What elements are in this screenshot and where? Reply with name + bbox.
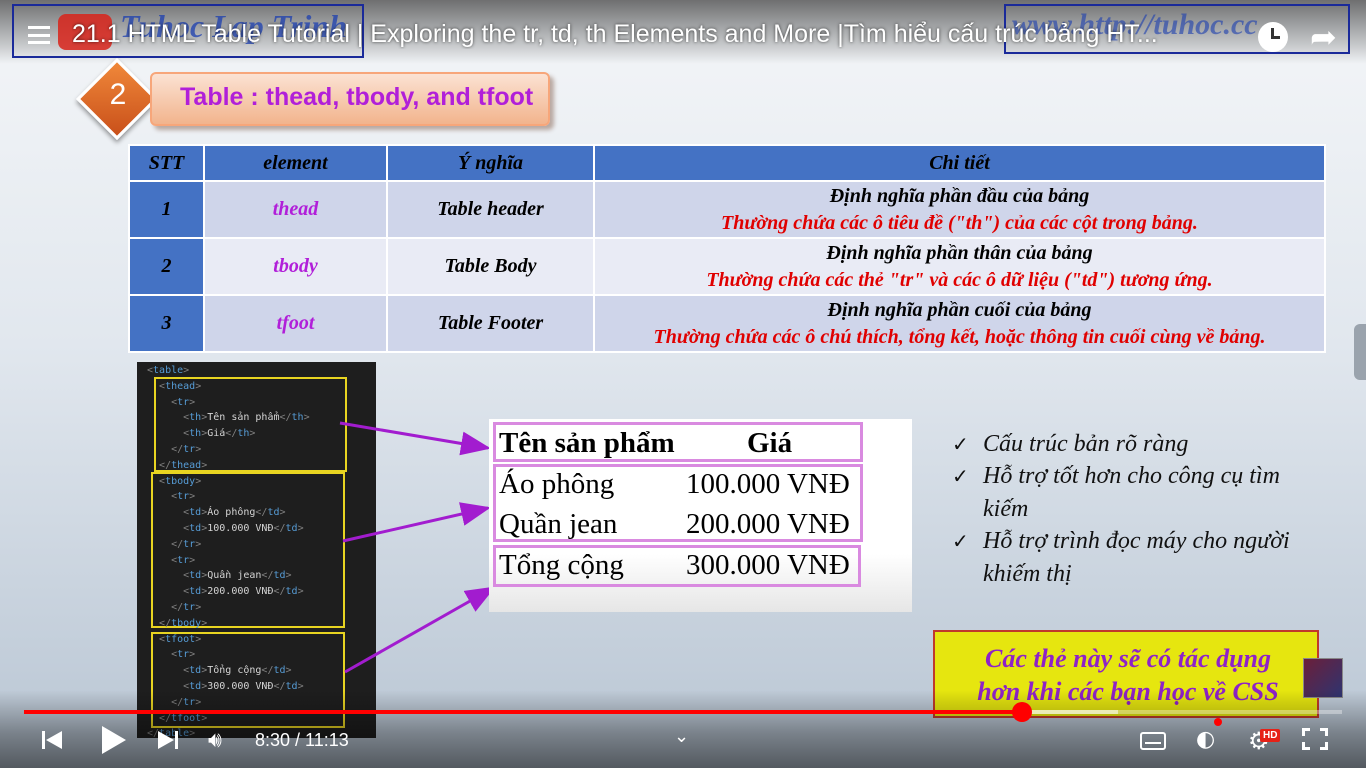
detail-definition: Định nghĩa phần đầu của bảng bbox=[829, 184, 1090, 207]
check-icon: ✓ bbox=[952, 529, 969, 553]
header-meaning: Ý nghĩa bbox=[386, 144, 595, 182]
row-stt: 1 bbox=[128, 180, 205, 239]
callout-line-1: Các thẻ này sẽ có tác dụng bbox=[985, 644, 1271, 673]
header-element: element bbox=[203, 144, 388, 182]
preview-body-price-1: 100.000 VNĐ bbox=[686, 468, 850, 500]
benefit-text: Hỗ trợ trình đọc máy cho người khiếm thị bbox=[983, 528, 1290, 587]
rendered-table-preview: Tên sản phẩm Giá Áo phông 100.000 VNĐ Qu… bbox=[489, 419, 912, 612]
clock-icon[interactable] bbox=[1258, 22, 1288, 52]
autoplay-icon[interactable]: ◐ bbox=[1196, 727, 1215, 752]
menu-icon[interactable] bbox=[28, 26, 50, 44]
volume-icon[interactable]: 🔊︎ bbox=[208, 728, 222, 753]
check-icon: ✓ bbox=[952, 432, 969, 456]
row-element: tbody bbox=[203, 237, 388, 296]
share-icon[interactable]: ➦ bbox=[1310, 18, 1337, 56]
table-row: 3 tfoot Table Footer Định nghĩa phần cuố… bbox=[128, 294, 1326, 353]
row-element: tfoot bbox=[203, 294, 388, 353]
code-line: <td>100.000 VNĐ</td> bbox=[183, 523, 304, 534]
elements-table: STT element Ý nghĩa Chi tiết 1 thead Tab… bbox=[128, 144, 1326, 353]
preview-footer-product: Tổng cộng bbox=[499, 549, 624, 581]
code-line: <td>Tổng cộng</td> bbox=[183, 665, 292, 677]
header-detail: Chi tiết bbox=[593, 144, 1326, 182]
table-row: 1 thead Table header Định nghĩa phần đầu… bbox=[128, 180, 1326, 239]
code-line: <tr> bbox=[171, 649, 196, 661]
section-number: 2 bbox=[109, 78, 127, 111]
row-meaning: Table Footer bbox=[386, 294, 595, 353]
detail-note: Thường chứa các thẻ "tr" và các ô dữ liệ… bbox=[706, 268, 1213, 291]
subtitles-icon[interactable] bbox=[1140, 732, 1166, 750]
progress-bar[interactable] bbox=[24, 702, 1342, 722]
row-element: thead bbox=[203, 180, 388, 239]
code-line: </thead> bbox=[159, 459, 208, 471]
detail-note: Thường chứa các ô tiêu đề ("th") của các… bbox=[721, 211, 1198, 234]
detail-note: Thường chứa các ô chú thích, tổng kết, h… bbox=[653, 325, 1266, 348]
section-title: Table : thead, tbody, and tfoot bbox=[180, 83, 534, 111]
code-line: <td>Quần jean</td> bbox=[183, 570, 292, 582]
progress-scrubber-handle[interactable] bbox=[1011, 702, 1032, 722]
row-stt: 2 bbox=[128, 237, 205, 296]
time-display: 8:30 / 11:13 bbox=[255, 730, 349, 750]
code-line: <th>Giá</th> bbox=[183, 428, 256, 440]
preview-body-product-2: Quần jean bbox=[499, 508, 618, 540]
code-line: <tbody> bbox=[159, 475, 202, 487]
row-detail: Định nghĩa phần cuối của bảng Thường chứ… bbox=[593, 294, 1326, 353]
video-title[interactable]: 21.1 HTML Table Tutorial | Exploring the… bbox=[72, 20, 1242, 49]
row-meaning: Table header bbox=[386, 180, 595, 239]
header-stt: STT bbox=[128, 144, 205, 182]
code-line: </tr> bbox=[171, 538, 202, 550]
code-line: <tr> bbox=[171, 491, 196, 503]
fullscreen-icon[interactable] bbox=[1302, 728, 1328, 750]
code-editor-panel: <table> <thead> <tr> <th>Tên sản phẩm</t… bbox=[137, 362, 376, 738]
benefit-text: Cấu trúc bản rõ ràng bbox=[983, 431, 1189, 457]
preview-footer-price: 300.000 VNĐ bbox=[686, 549, 850, 581]
skip-previous-icon[interactable] bbox=[42, 730, 64, 750]
preview-body-product-1: Áo phông bbox=[499, 468, 615, 500]
code-line: <tfoot> bbox=[159, 633, 202, 645]
autoplay-indicator-dot bbox=[1214, 718, 1222, 726]
code-line: </tbody> bbox=[159, 617, 208, 629]
table-header-row: STT element Ý nghĩa Chi tiết bbox=[128, 144, 1326, 182]
code-line: <td>200.000 VNĐ</td> bbox=[183, 586, 304, 598]
check-icon: ✓ bbox=[952, 464, 969, 488]
detail-definition: Định nghĩa phần cuối của bảng bbox=[827, 298, 1092, 321]
code-line: <thead> bbox=[159, 380, 202, 392]
row-detail: Định nghĩa phần thân của bảng Thường chứ… bbox=[593, 237, 1326, 296]
skip-next-icon[interactable] bbox=[158, 730, 180, 750]
code-line: <td>Áo phông</td> bbox=[183, 507, 286, 519]
play-icon[interactable] bbox=[102, 726, 126, 754]
preview-header-product: Tên sản phẩm bbox=[499, 427, 675, 459]
chevron-down-icon[interactable]: ⌄ bbox=[674, 726, 689, 747]
benefit-text: Hỗ trợ tốt hơn cho công cụ tìm kiếm bbox=[983, 463, 1280, 522]
side-panel-handle[interactable] bbox=[1354, 324, 1366, 380]
preview-header-price: Giá bbox=[747, 427, 793, 459]
row-detail: Định nghĩa phần đầu của bảng Thường chứa… bbox=[593, 180, 1326, 239]
preview-body-price-2: 200.000 VNĐ bbox=[686, 508, 850, 540]
progress-played bbox=[24, 710, 1022, 714]
detail-definition: Định nghĩa phần thân của bảng bbox=[826, 241, 1093, 264]
table-row: 2 tbody Table Body Định nghĩa phần thân … bbox=[128, 237, 1326, 296]
code-line: <tr> bbox=[171, 396, 196, 408]
code-line: <table> bbox=[147, 365, 190, 376]
code-line: <th>Tên sản phẩm</th> bbox=[183, 412, 310, 424]
row-meaning: Table Body bbox=[386, 237, 595, 296]
code-line: </tr> bbox=[171, 444, 202, 455]
hd-badge: HD bbox=[1260, 729, 1281, 742]
code-line: </tr> bbox=[171, 602, 202, 613]
row-stt: 3 bbox=[128, 294, 205, 353]
code-line: <tr> bbox=[171, 554, 196, 566]
